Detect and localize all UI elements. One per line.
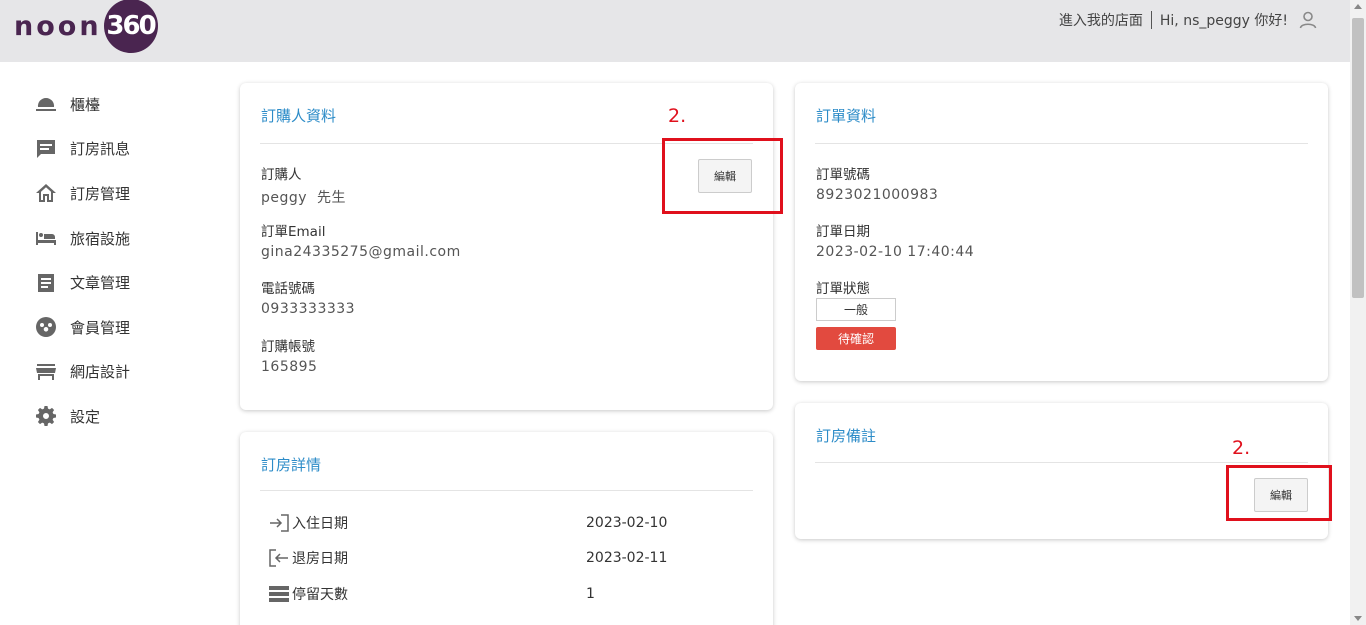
- booking-details-card: 訂房詳情 入住日期 2023-02-10 退房日期 2023-02-11 停留天…: [240, 432, 773, 625]
- account-label: 訂購帳號: [261, 339, 315, 355]
- annotation-highlight-box: [1226, 465, 1332, 521]
- user-icon[interactable]: [1298, 10, 1318, 30]
- orderer-name-label: 訂購人: [261, 167, 302, 183]
- detail-label: 退房日期: [292, 551, 348, 567]
- card-title: 訂購人資料: [261, 107, 337, 125]
- order-number-value: 8923021000983: [816, 187, 939, 203]
- sidebar-item-label: 訂房管理: [70, 184, 131, 203]
- sidebar-item-label: 文章管理: [70, 274, 131, 293]
- header-user-area: 進入我的店面 Hi, ns_peggy 你好!: [1059, 10, 1318, 30]
- article-icon: [34, 271, 58, 295]
- logo-badge: 360: [103, 0, 158, 53]
- divider: [260, 490, 753, 491]
- order-info-card: 訂單資料 訂單號碼 8923021000983 訂單日期 2023-02-10 …: [795, 83, 1328, 381]
- sidebar-item-label: 網店設計: [70, 363, 131, 382]
- counter-bell-icon: [34, 92, 58, 116]
- sidebar-item-bookings[interactable]: 訂房管理: [34, 171, 214, 216]
- orderer-name-value: peggy 先生: [261, 190, 346, 206]
- sidebar-item-label: 訂房訊息: [70, 140, 131, 159]
- members-icon: [34, 315, 58, 339]
- bed-icon: [34, 226, 58, 250]
- logo-text: noon: [14, 10, 102, 42]
- check-out-icon: [268, 547, 290, 569]
- order-date-label: 訂單日期: [816, 224, 870, 240]
- detail-value: 2023-02-11: [586, 550, 668, 566]
- card-title: 訂單資料: [816, 107, 877, 125]
- user-greeting: Hi, ns_peggy 你好!: [1159, 13, 1288, 29]
- order-email-label: 訂單Email: [261, 224, 326, 240]
- detail-value: 1: [586, 586, 595, 602]
- order-type-box: 一般: [816, 298, 896, 321]
- store-icon: [34, 360, 58, 384]
- phone-label: 電話號碼: [261, 281, 315, 297]
- account-value: 165895: [261, 359, 318, 375]
- check-in-icon: [268, 512, 290, 534]
- sidebar-item-articles[interactable]: 文章管理: [34, 260, 214, 305]
- phone-value: 0933333333: [261, 301, 356, 317]
- scroll-up-arrow-icon[interactable]: [1354, 4, 1362, 9]
- sidebar-nav: 櫃檯 訂房訊息 訂房管理 旅宿設施 文章管理 會員管理 網店設計 設定: [34, 82, 214, 439]
- detail-label: 入住日期: [292, 516, 348, 532]
- sidebar-item-facilities[interactable]: 旅宿設施: [34, 216, 214, 261]
- annotation-highlight-box: [662, 138, 783, 214]
- divider: [815, 143, 1308, 144]
- status-badge: 待確認: [816, 327, 896, 350]
- sidebar-item-label: 會員管理: [70, 318, 131, 337]
- orderer-info-card: 訂購人資料 訂購人 peggy 先生 訂單Email gina24335275@…: [240, 83, 773, 410]
- detail-row-nights: 停留天數 1: [268, 579, 728, 609]
- house-icon: [34, 181, 58, 205]
- order-date-value: 2023-02-10 17:40:44: [816, 244, 975, 260]
- sidebar-item-store-design[interactable]: 網店設計: [34, 350, 214, 395]
- scroll-down-arrow-icon[interactable]: [1354, 616, 1362, 621]
- scrollbar-thumb[interactable]: [1352, 18, 1364, 298]
- gear-icon: [34, 404, 58, 428]
- page-scrollbar[interactable]: [1350, 0, 1366, 625]
- sidebar-item-messages[interactable]: 訂房訊息: [34, 127, 214, 172]
- order-status-label: 訂單狀態: [816, 281, 870, 297]
- order-number-label: 訂單號碼: [816, 167, 870, 183]
- annotation-marker: 2.: [668, 105, 687, 127]
- detail-row-checkin: 入住日期 2023-02-10: [268, 508, 728, 538]
- detail-label: 停留天數: [292, 587, 348, 603]
- order-email-value: gina24335275@gmail.com: [261, 244, 461, 260]
- sidebar-item-label: 櫃檯: [70, 95, 101, 114]
- sidebar-item-counter[interactable]: 櫃檯: [34, 82, 214, 127]
- store-link[interactable]: 進入我的店面: [1059, 10, 1143, 30]
- header-divider: [1150, 11, 1152, 29]
- sidebar-item-members[interactable]: 會員管理: [34, 305, 214, 350]
- card-title: 訂房備註: [816, 427, 877, 445]
- detail-row-checkout: 退房日期 2023-02-11: [268, 543, 728, 573]
- divider: [815, 462, 1308, 463]
- detail-value: 2023-02-10: [586, 515, 668, 531]
- top-header: noon 360 進入我的店面 Hi, ns_peggy 你好!: [0, 0, 1350, 62]
- message-icon: [34, 137, 58, 161]
- nights-icon: [268, 583, 290, 605]
- sidebar-item-settings[interactable]: 設定: [34, 394, 214, 439]
- sidebar-item-label: 設定: [70, 407, 101, 426]
- logo[interactable]: noon 360: [14, 0, 158, 53]
- annotation-marker: 2.: [1232, 437, 1251, 459]
- card-title: 訂房詳情: [261, 456, 322, 474]
- sidebar-item-label: 旅宿設施: [70, 229, 131, 248]
